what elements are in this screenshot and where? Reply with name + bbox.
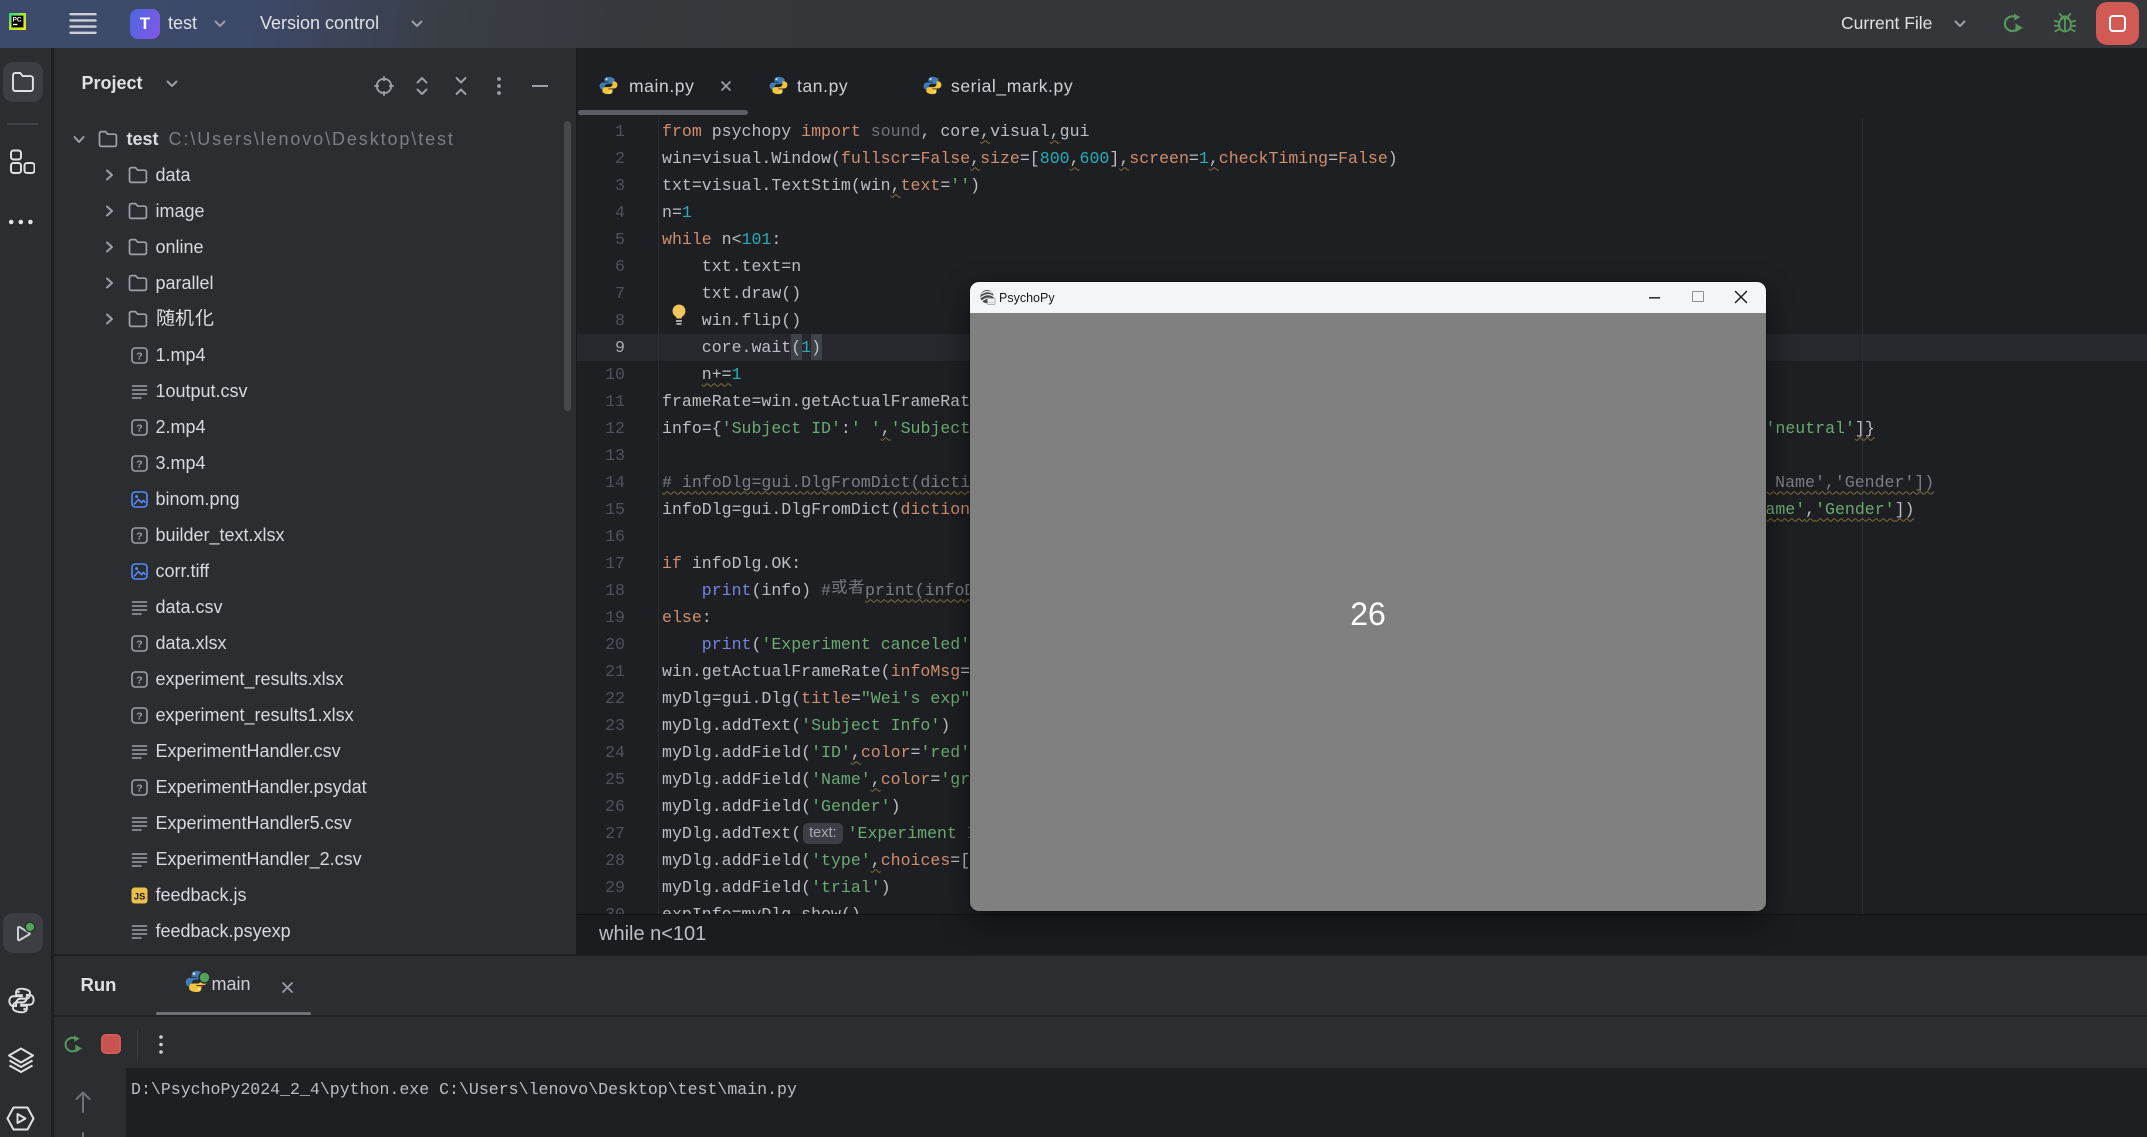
svg-text:PC: PC [13, 17, 22, 24]
svg-text:?: ? [136, 530, 142, 542]
svg-text:?: ? [136, 458, 142, 470]
svg-text:?: ? [136, 674, 142, 686]
svg-text:?: ? [136, 710, 142, 722]
svg-text:JS: JS [133, 891, 145, 902]
svg-text:?: ? [136, 782, 142, 794]
svg-text:?: ? [136, 422, 142, 434]
svg-text:?: ? [136, 350, 142, 362]
svg-text:?: ? [136, 638, 142, 650]
